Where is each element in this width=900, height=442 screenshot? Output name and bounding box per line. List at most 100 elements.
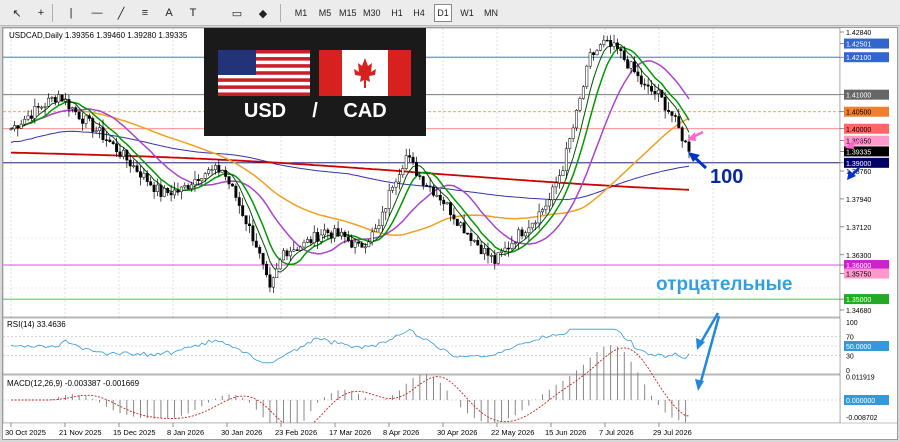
- candle: [67, 99, 71, 110]
- candle: [520, 229, 524, 237]
- candle: [326, 229, 330, 234]
- candle: [667, 110, 671, 112]
- candle: [336, 228, 340, 237]
- date-tick: 29 Jul 2026: [653, 428, 692, 437]
- rsi-pane: RSI(14) 33.4636: [3, 317, 841, 375]
- candle: [609, 40, 613, 47]
- shapes-icon[interactable]: ◆: [254, 4, 272, 22]
- candle: [231, 183, 234, 187]
- candle: [237, 197, 241, 206]
- candle: [500, 250, 504, 253]
- timeframe-h1[interactable]: H1: [388, 4, 406, 22]
- macd-tick: 0.011919: [846, 375, 875, 382]
- candle: [360, 243, 364, 248]
- candle: [619, 48, 623, 51]
- timeframe-m30[interactable]: M30: [362, 4, 382, 22]
- candle: [139, 171, 142, 178]
- candle: [432, 186, 435, 196]
- chart-window[interactable]: USDCAD,Daily 1.39356 1.39460 1.39280 1.3…: [2, 27, 898, 440]
- candle: [469, 232, 473, 241]
- candle: [329, 232, 333, 239]
- rsi-label: RSI(14) 33.4636: [7, 320, 66, 329]
- date-tick: 8 Jan 2026: [167, 428, 204, 437]
- candle: [564, 148, 568, 172]
- candle: [544, 205, 548, 210]
- usd-cad-banner: USD / CAD: [204, 28, 426, 136]
- chart-toolbar: ↖ + | — ╱ ≡ A T ▭ ◆ M1 M5 M15 M30 H1 H4 D1 W1 MN: [0, 0, 900, 26]
- candle: [660, 89, 664, 98]
- candle: [271, 277, 275, 288]
- candle: [397, 174, 401, 183]
- candle: [646, 84, 650, 87]
- candle: [254, 240, 258, 248]
- candle: [43, 106, 47, 108]
- horizontal-line-icon[interactable]: —: [88, 4, 106, 22]
- timeframe-h4[interactable]: H4: [410, 4, 428, 22]
- macd-label: MACD(12,26,9) -0.003387 -0.001669: [7, 379, 140, 388]
- timeframe-m5[interactable]: M5: [316, 4, 334, 22]
- vertical-line-icon[interactable]: |: [62, 4, 80, 22]
- candle: [466, 232, 469, 235]
- date-tick: 15 Jun 2026: [545, 428, 586, 437]
- channel-icon[interactable]: ≡: [136, 4, 154, 22]
- date-tick: 23 Feb 2026: [275, 428, 317, 437]
- date-tick: 8 Apr 2026: [383, 428, 419, 437]
- candle: [357, 241, 360, 244]
- date-tick: 30 Oct 2025: [5, 428, 46, 437]
- candle: [503, 247, 507, 252]
- timeframe-d1[interactable]: D1: [434, 4, 452, 22]
- candle: [387, 190, 391, 209]
- candle: [592, 52, 596, 56]
- candle: [575, 110, 579, 129]
- candle: [53, 97, 57, 103]
- candle: [639, 75, 643, 85]
- candle: [91, 118, 95, 132]
- candle: [84, 115, 88, 124]
- price-chart[interactable]: USDCAD,Daily 1.39356 1.39460 1.39280 1.3…: [3, 28, 898, 440]
- crosshair-icon[interactable]: +: [32, 4, 50, 22]
- timeframe-m15[interactable]: M15: [338, 4, 358, 22]
- candle: [118, 151, 122, 157]
- candle: [111, 141, 115, 144]
- candle: [561, 170, 565, 176]
- candle: [462, 222, 466, 234]
- candle: [633, 61, 636, 73]
- candle: [598, 44, 602, 51]
- rectangle-icon[interactable]: ▭: [228, 4, 246, 22]
- candle: [162, 188, 166, 197]
- candle: [135, 165, 139, 172]
- candle: [677, 116, 681, 128]
- candle: [530, 222, 534, 229]
- timeframe-mn[interactable]: MN: [482, 4, 500, 22]
- us-flag-icon: [218, 50, 310, 96]
- candle: [534, 222, 538, 225]
- candle: [605, 39, 609, 42]
- candle: [152, 184, 156, 192]
- candle: [302, 242, 306, 248]
- candle: [159, 184, 163, 197]
- rsi-tick: 70: [846, 334, 854, 341]
- candle: [241, 205, 245, 216]
- date-tick: 7 Jul 2026: [599, 428, 634, 437]
- canada-flag-icon: [319, 50, 411, 96]
- candle: [288, 250, 292, 257]
- price-tick: 1.37120: [846, 225, 871, 232]
- timeframe-m1[interactable]: M1: [292, 4, 310, 22]
- candle: [558, 175, 561, 184]
- candle: [213, 165, 217, 170]
- timeframe-w1[interactable]: W1: [458, 4, 476, 22]
- candle: [541, 209, 544, 213]
- candle: [200, 178, 204, 182]
- candle: [265, 263, 268, 276]
- trendline-icon[interactable]: ╱: [112, 4, 130, 22]
- text-icon[interactable]: A: [160, 4, 178, 22]
- candle: [282, 250, 286, 261]
- candle: [193, 179, 197, 186]
- candle: [687, 141, 691, 152]
- label-icon[interactable]: T: [184, 4, 202, 22]
- candle: [370, 231, 374, 243]
- candle: [340, 231, 343, 237]
- candle: [479, 244, 483, 255]
- candle: [585, 65, 589, 87]
- cursor-icon[interactable]: ↖: [8, 4, 26, 22]
